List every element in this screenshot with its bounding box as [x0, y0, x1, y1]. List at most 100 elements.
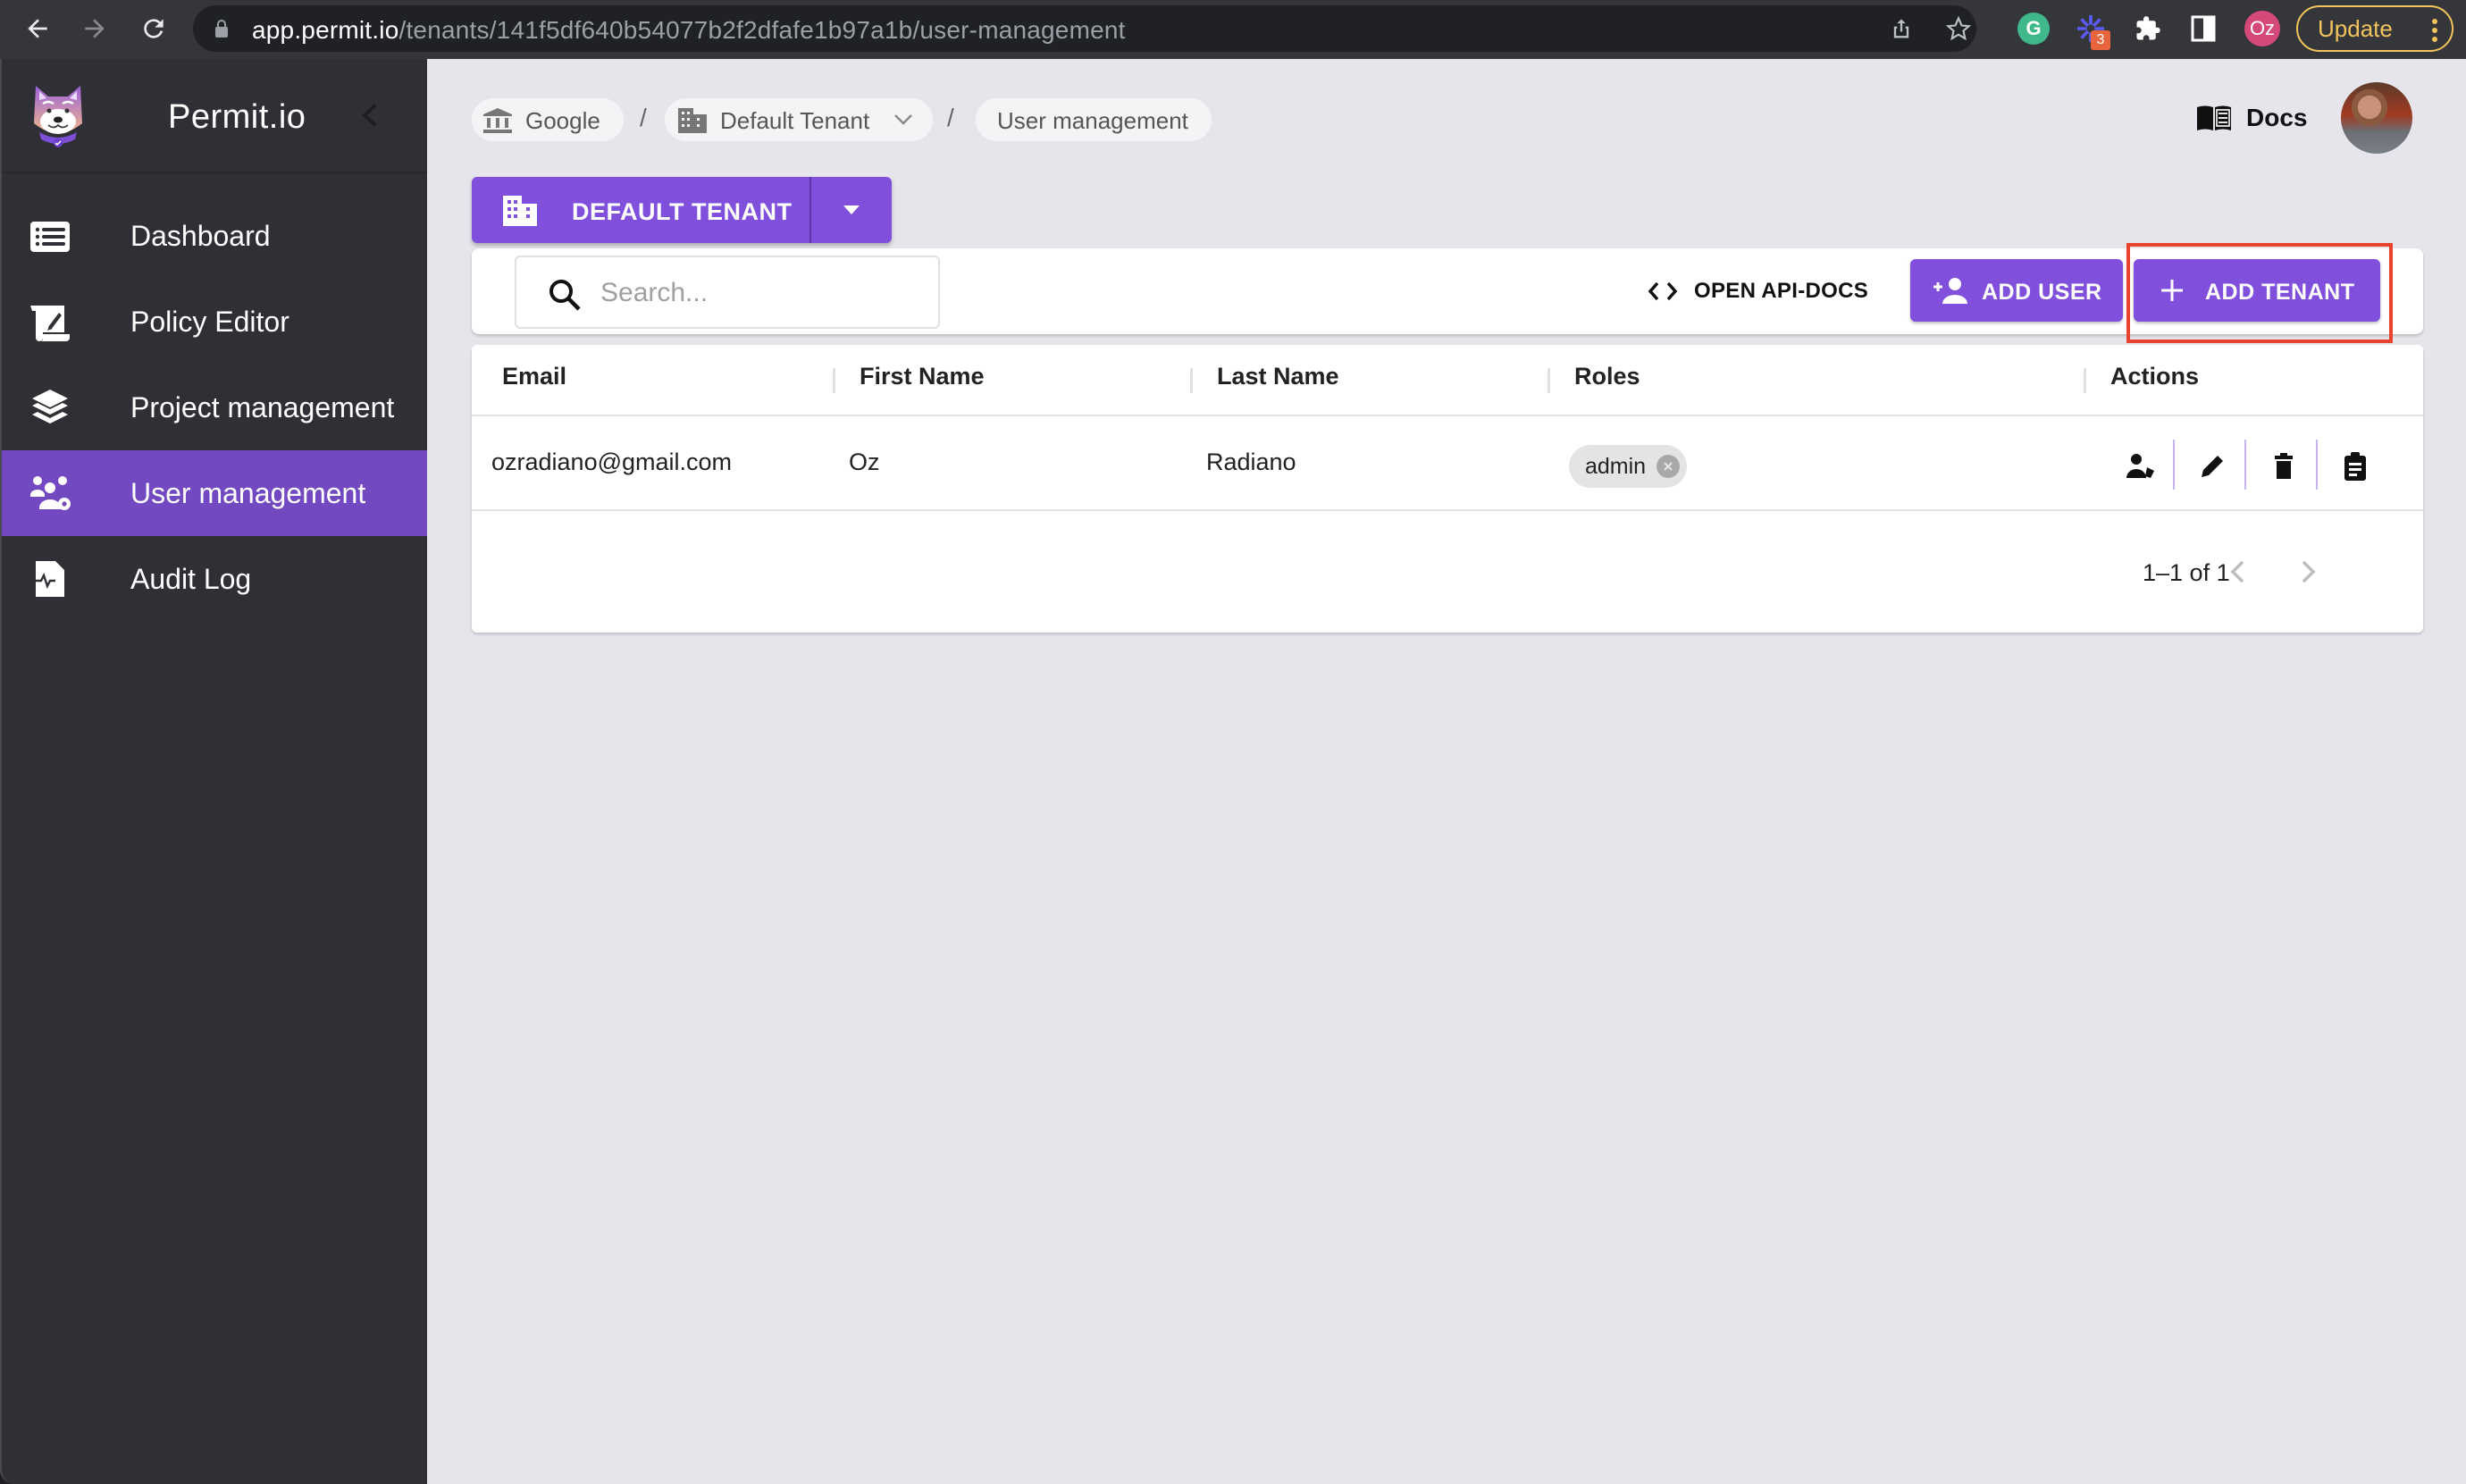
breadcrumb-label: Google — [525, 107, 600, 134]
assign-role-button[interactable] — [2114, 441, 2168, 491]
person-key-icon — [2126, 454, 2154, 478]
collapse-sidebar-icon[interactable] — [359, 102, 381, 129]
breadcrumb-item-org[interactable]: Google — [472, 98, 624, 141]
cell-email: ozradiano@gmail.com — [491, 449, 733, 475]
remove-role-button[interactable] — [1657, 455, 1681, 478]
search-input[interactable] — [600, 273, 922, 313]
sparkle-extension-icon[interactable]: 3 — [2075, 13, 2110, 50]
back-button[interactable] — [20, 11, 55, 46]
arrow-left-icon — [28, 19, 47, 38]
sidebar-item-user-management[interactable]: User management — [2, 450, 427, 536]
chevron-left-icon — [2230, 560, 2244, 583]
layers-icon — [32, 390, 68, 423]
copy-button[interactable] — [2328, 441, 2382, 491]
add-user-label: ADD USER — [1982, 280, 2102, 305]
column-header-actions: Actions — [2110, 363, 2200, 390]
search-icon — [549, 280, 581, 311]
next-page-button[interactable] — [2291, 554, 2327, 590]
side-panel-icon[interactable] — [2187, 13, 2219, 45]
users-gear-icon — [30, 476, 71, 510]
search-field[interactable] — [515, 256, 940, 329]
sidebar-item-project-management[interactable]: Project management — [2, 365, 427, 450]
tenant-label: DEFAULT TENANT — [572, 198, 793, 225]
users-table: Email First Name Last Name Roles Actions… — [472, 345, 2423, 633]
file-pulse-icon — [30, 561, 64, 597]
breadcrumb-separator: / — [947, 104, 954, 131]
building-icon — [503, 196, 537, 226]
caret-down-icon — [843, 205, 860, 214]
action-separator — [2244, 440, 2246, 490]
user-avatar[interactable] — [2341, 82, 2412, 154]
extensions-puzzle-icon[interactable] — [2132, 13, 2164, 45]
prev-page-button[interactable] — [2219, 554, 2255, 590]
update-button[interactable]: Update — [2296, 5, 2453, 52]
code-icon — [1648, 281, 1678, 301]
action-separator — [2316, 440, 2318, 490]
action-separator — [2173, 440, 2175, 490]
person-add-icon — [1933, 278, 1967, 304]
close-icon — [1664, 462, 1673, 471]
lock-icon — [215, 20, 228, 38]
reload-icon — [144, 19, 164, 38]
highlight-box — [2126, 243, 2393, 343]
role-chip-label: admin — [1585, 453, 1647, 479]
sidebar-item-label: Project management — [130, 390, 395, 423]
update-label: Update — [2318, 14, 2393, 42]
sidebar-item-policy-editor[interactable]: Policy Editor — [2, 279, 427, 365]
sidebar: Permit.io Dashboard Policy Editor Projec… — [0, 59, 427, 1484]
address-bar[interactable]: app.permit.io/tenants/141f5df640b54077b2… — [193, 5, 1976, 52]
url-path: /tenants/141f5df640b54077b2f2dfafe1b97a1… — [398, 16, 1126, 44]
permit-logo-icon — [34, 86, 82, 147]
pencil-icon — [2202, 456, 2223, 477]
cell-last-name: Radiano — [1206, 449, 1296, 475]
main-content: Google / Default Tenant / User managemen… — [427, 59, 2466, 1484]
breadcrumb-item-current: User management — [976, 98, 1212, 141]
reload-button[interactable] — [136, 11, 172, 46]
column-header-roles[interactable]: Roles — [1574, 363, 1640, 390]
arrow-right-icon — [85, 19, 105, 38]
sidebar-item-label: Audit Log — [130, 562, 252, 595]
grammarly-extension-icon[interactable]: G — [2017, 13, 2050, 45]
breadcrumb-label: User management — [997, 107, 1188, 134]
column-separator[interactable] — [1190, 368, 1193, 393]
book-open-icon — [2197, 105, 2231, 130]
bookmark-star-icon[interactable] — [1946, 16, 1971, 41]
clipboard-icon — [2344, 452, 2366, 481]
column-separator[interactable] — [833, 368, 835, 393]
breadcrumb-separator: / — [640, 104, 647, 131]
url-host: app.permit.io — [252, 16, 399, 44]
tenant-dropdown-button[interactable] — [811, 177, 892, 243]
tenant-button[interactable]: DEFAULT TENANT — [472, 177, 811, 243]
role-chip: admin — [1569, 445, 1688, 488]
add-user-button[interactable]: ADD USER — [1910, 259, 2123, 322]
sidebar-item-dashboard[interactable]: Dashboard — [2, 193, 427, 279]
column-separator[interactable] — [2084, 368, 2086, 393]
browser-toolbar: app.permit.io/tenants/141f5df640b54077b2… — [0, 0, 2466, 59]
sidebar-item-label: Policy Editor — [130, 305, 289, 338]
open-api-docs-button[interactable]: OPEN API-DOCS — [1648, 273, 1868, 309]
pagination: 1–1 of 1 — [472, 513, 2423, 629]
column-header-email[interactable]: Email — [502, 363, 566, 390]
delete-button[interactable] — [2257, 441, 2311, 491]
docs-label: Docs — [2246, 104, 2308, 131]
cell-first-name: Oz — [849, 449, 880, 475]
forward-button[interactable] — [77, 11, 113, 46]
tenant-selector: DEFAULT TENANT — [472, 177, 892, 243]
scroll-pen-icon — [30, 306, 70, 341]
building-icon — [678, 108, 707, 133]
share-icon[interactable] — [1889, 16, 1914, 41]
extension-badge: 3 — [2091, 30, 2110, 50]
profile-avatar[interactable]: Oz — [2244, 11, 2280, 46]
brand-name: Permit.io — [168, 98, 306, 136]
sidebar-brand: Permit.io — [2, 59, 427, 173]
column-header-last-name[interactable]: Last Name — [1217, 363, 1339, 390]
url-text: app.permit.io/tenants/141f5df640b54077b2… — [252, 16, 1126, 45]
docs-link[interactable]: Docs — [2196, 100, 2307, 136]
sidebar-item-audit-log[interactable]: Audit Log — [2, 536, 427, 622]
column-header-first-name[interactable]: First Name — [860, 363, 985, 390]
column-separator[interactable] — [1548, 368, 1550, 393]
breadcrumb-item-tenant[interactable]: Default Tenant — [665, 98, 933, 141]
sidebar-item-label: User management — [130, 476, 366, 509]
table-row[interactable]: ozradiano@gmail.com Oz Radiano admin — [472, 418, 2423, 511]
edit-button[interactable] — [2185, 441, 2239, 491]
